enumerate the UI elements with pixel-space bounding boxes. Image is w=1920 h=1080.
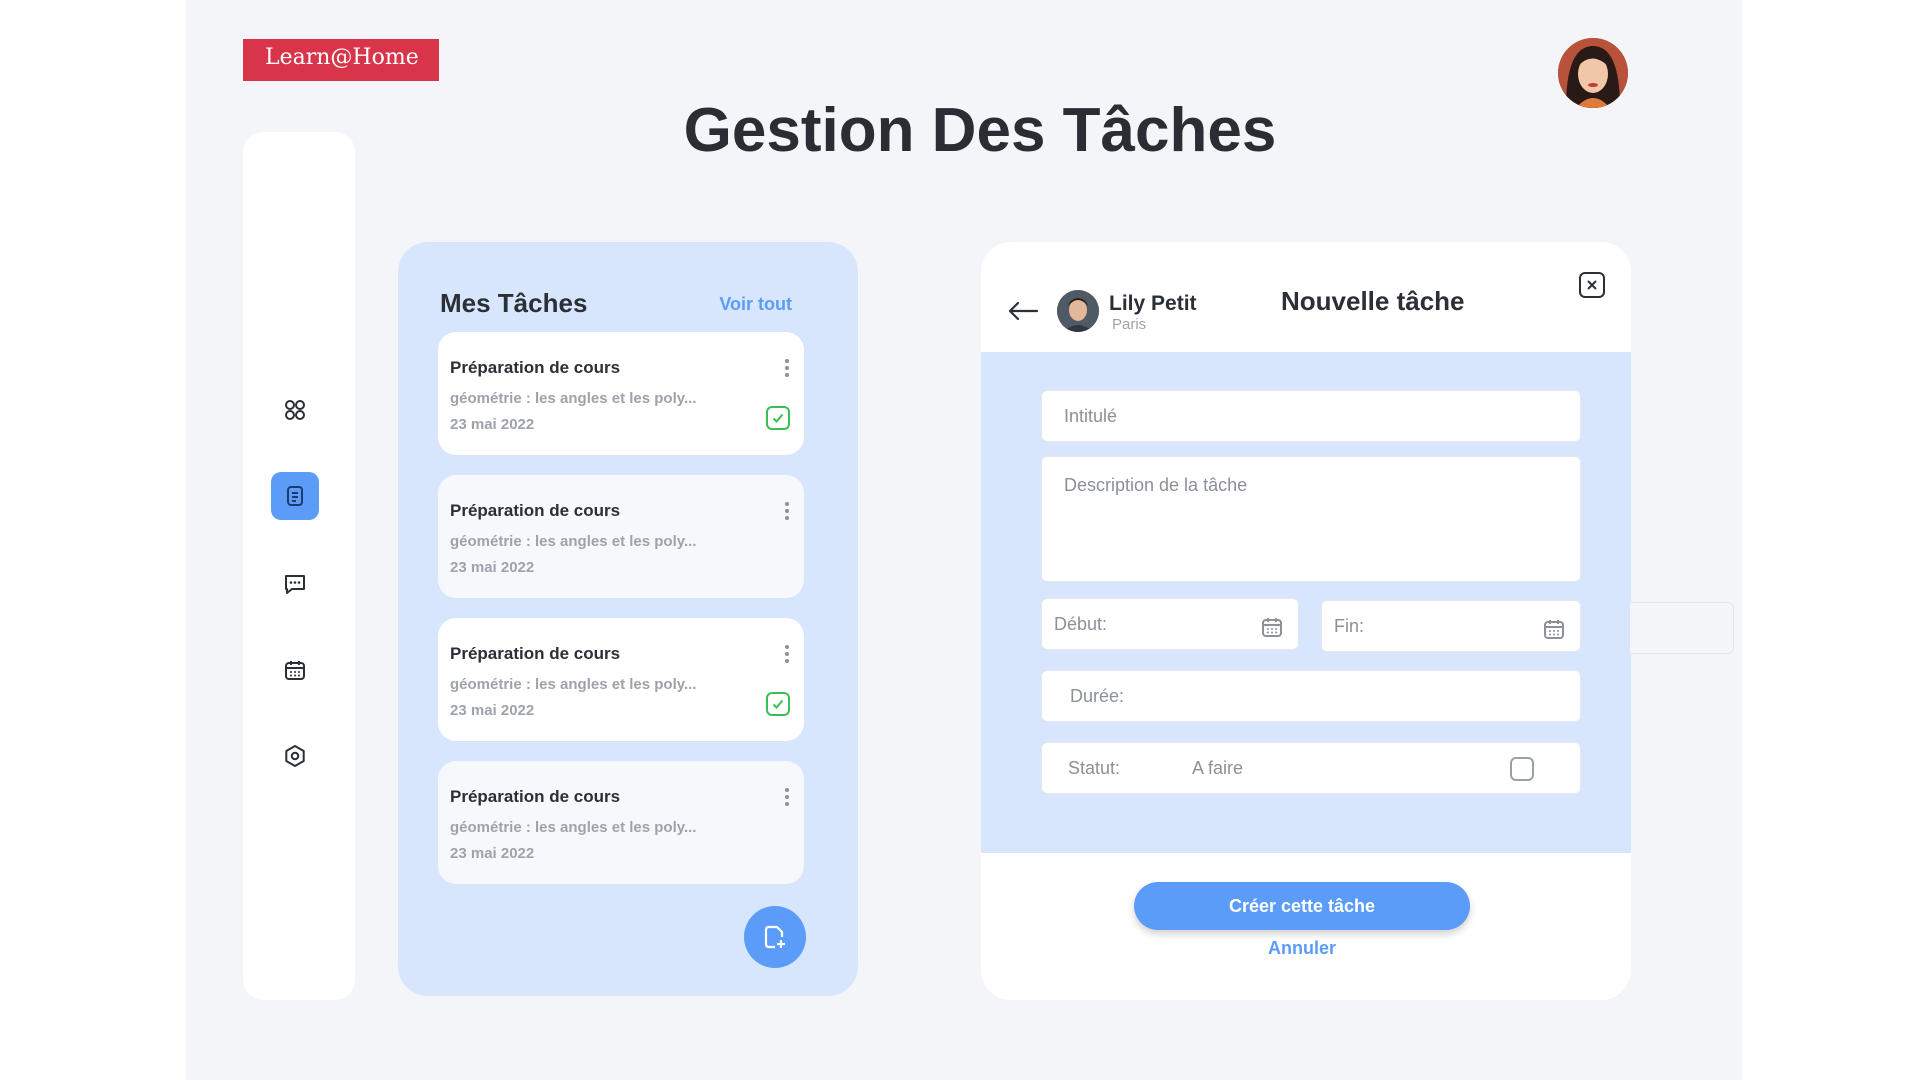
status-value: A faire bbox=[1192, 757, 1244, 778]
new-document-icon bbox=[764, 925, 785, 949]
task-done-checkbox[interactable] bbox=[766, 692, 790, 716]
end-date-label: Fin: bbox=[1334, 615, 1365, 636]
task-description: géométrie : les angles et les poly... bbox=[450, 390, 697, 407]
status-checkbox[interactable] bbox=[1510, 757, 1534, 781]
kebab-menu-icon[interactable] bbox=[784, 787, 790, 807]
description-textarea[interactable]: Description de la tâche bbox=[1041, 456, 1581, 582]
user-name: Lily Petit bbox=[1109, 292, 1197, 315]
check-icon bbox=[772, 413, 784, 423]
calendar-icon[interactable] bbox=[1542, 617, 1566, 641]
calendar-icon[interactable] bbox=[1260, 615, 1284, 639]
task-description: géométrie : les angles et les poly... bbox=[450, 819, 697, 836]
page-title: Gestion Des Tâches bbox=[683, 96, 1277, 165]
nav-item-dashboard[interactable] bbox=[271, 386, 319, 434]
nav-item-settings[interactable] bbox=[271, 732, 319, 780]
back-arrow-icon[interactable] bbox=[1007, 300, 1039, 322]
task-card[interactable]: Préparation de cours géométrie : les ang… bbox=[438, 332, 804, 455]
user-city: Paris bbox=[1112, 316, 1147, 333]
kebab-menu-icon[interactable] bbox=[784, 644, 790, 664]
form-body: Intitulé Description de la tâche Début: … bbox=[981, 352, 1631, 853]
user-avatar bbox=[1057, 290, 1099, 332]
profile-avatar[interactable] bbox=[1558, 38, 1628, 108]
task-name: Préparation de cours bbox=[450, 787, 621, 806]
kebab-menu-icon[interactable] bbox=[784, 501, 790, 521]
calendar-icon bbox=[285, 661, 305, 680]
end-date-field[interactable]: Fin: bbox=[1321, 600, 1581, 652]
grid-icon bbox=[285, 400, 305, 420]
close-button[interactable] bbox=[1579, 272, 1605, 298]
task-date: 23 mai 2022 bbox=[450, 416, 535, 433]
document-icon bbox=[287, 486, 303, 506]
status-field[interactable]: Statut: A faire bbox=[1041, 742, 1581, 794]
close-icon bbox=[1587, 280, 1597, 290]
task-description: géométrie : les angles et les poly... bbox=[450, 533, 697, 550]
background-field-fragment bbox=[1630, 602, 1734, 654]
add-task-button[interactable] bbox=[744, 906, 806, 968]
settings-icon bbox=[285, 745, 305, 767]
kebab-menu-icon[interactable] bbox=[784, 358, 790, 378]
form-title: Nouvelle tâche bbox=[1281, 286, 1465, 316]
task-done-checkbox[interactable] bbox=[766, 406, 790, 430]
tasks-title: Mes Tâches bbox=[440, 288, 588, 318]
nav-item-calendar[interactable] bbox=[271, 646, 319, 694]
new-task-form: Lily Petit Paris Nouvelle tâche Intitulé… bbox=[981, 242, 1631, 1000]
chat-icon bbox=[285, 575, 305, 594]
title-input[interactable]: Intitulé bbox=[1041, 390, 1581, 442]
create-task-button[interactable]: Créer cette tâche bbox=[1134, 882, 1470, 930]
start-date-field[interactable]: Début: bbox=[1041, 598, 1299, 650]
nav-item-messages[interactable] bbox=[271, 560, 319, 608]
task-card[interactable]: Préparation de cours géométrie : les ang… bbox=[438, 475, 804, 598]
start-date-label: Début: bbox=[1054, 613, 1108, 634]
task-date: 23 mai 2022 bbox=[450, 845, 535, 862]
form-header: Lily Petit Paris Nouvelle tâche bbox=[981, 242, 1631, 352]
task-card[interactable]: Préparation de cours géométrie : les ang… bbox=[438, 618, 804, 741]
task-name: Préparation de cours bbox=[450, 358, 621, 377]
check-icon bbox=[772, 699, 784, 709]
task-date: 23 mai 2022 bbox=[450, 559, 535, 576]
sidebar bbox=[243, 132, 355, 1000]
task-date: 23 mai 2022 bbox=[450, 702, 535, 719]
task-description: géométrie : les angles et les poly... bbox=[450, 676, 697, 693]
task-name: Préparation de cours bbox=[450, 644, 621, 663]
nav-item-tasks[interactable] bbox=[271, 472, 319, 520]
cancel-link[interactable]: Annuler bbox=[981, 938, 1623, 959]
see-all-link[interactable]: Voir tout bbox=[719, 294, 792, 315]
task-name: Préparation de cours bbox=[450, 501, 621, 520]
duration-field[interactable]: Durée: bbox=[1041, 670, 1581, 722]
brand-logo[interactable]: Learn@Home bbox=[243, 39, 439, 81]
tasks-panel: Mes Tâches Voir tout Préparation de cour… bbox=[398, 242, 858, 996]
status-label: Statut: bbox=[1068, 757, 1121, 778]
task-card[interactable]: Préparation de cours géométrie : les ang… bbox=[438, 761, 804, 884]
